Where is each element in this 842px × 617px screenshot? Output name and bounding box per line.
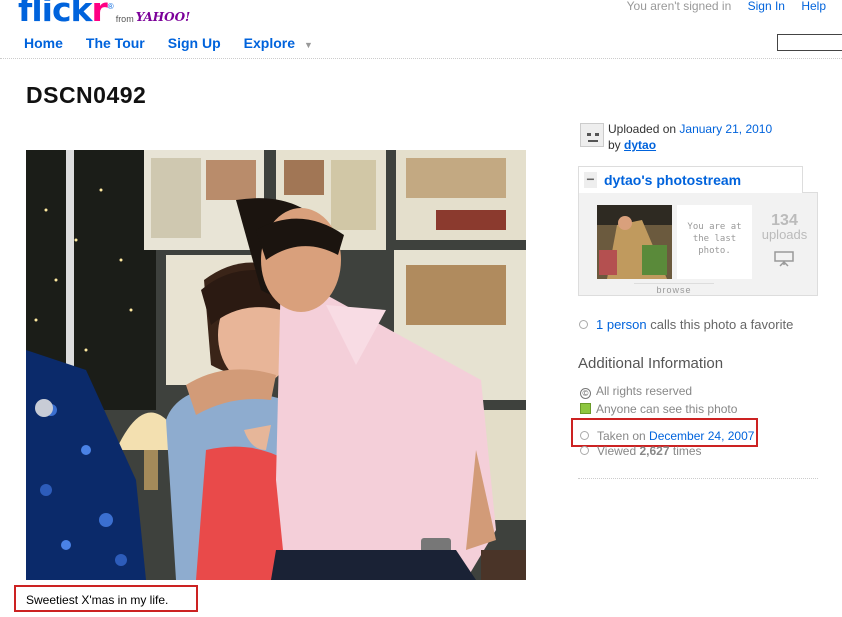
nav-explore[interactable]: Explore: [244, 35, 295, 51]
uploads-number: 134: [771, 212, 798, 229]
last-photo-notice: You are at the last photo.: [677, 205, 752, 279]
uploads-label: uploads: [761, 227, 808, 242]
header-divider: [0, 58, 842, 59]
viewed-count: 2,627: [639, 444, 670, 458]
photo-caption: Sweetiest X'mas in my life.: [14, 585, 198, 612]
help-link[interactable]: Help: [801, 0, 826, 13]
viewed-bullet-icon: [580, 446, 589, 455]
yahoo-logo: YAHOO!: [135, 10, 191, 24]
viewed-prefix: Viewed: [597, 444, 637, 458]
main-nav: Home The Tour Sign Up Explore ▼: [24, 35, 313, 51]
visibility-line: Anyone can see this photo: [580, 402, 737, 416]
favorites-count-link[interactable]: 1 person: [596, 317, 647, 332]
photo-title: DSCN0492: [26, 82, 147, 108]
photostream-title-link[interactable]: dytao's photostream: [604, 172, 741, 188]
rights-text: All rights reserved: [596, 384, 693, 398]
sidebar-divider: [578, 478, 818, 479]
additional-info-heading: Additional Information: [578, 355, 724, 372]
visibility-text: Anyone can see this photo: [596, 402, 738, 416]
logo-from-text: from: [115, 14, 134, 24]
uploads-count[interactable]: 134 uploads: [757, 213, 812, 242]
main-photo[interactable]: [26, 150, 526, 580]
public-visibility-icon: [580, 403, 591, 414]
photostream-panel: You are at the last photo. 134 uploads b…: [578, 166, 818, 296]
rights-line: © All rights reserved: [580, 384, 692, 399]
buddy-icon[interactable]: [580, 123, 604, 147]
previous-photo-thumbnail[interactable]: [597, 205, 672, 279]
upload-info: Uploaded on January 21, 2010 by dytao: [578, 121, 818, 153]
browse-link[interactable]: browse: [634, 283, 714, 295]
logo-text-blue: flick: [18, 0, 92, 29]
viewed-suffix: times: [672, 444, 702, 458]
owner-link[interactable]: dytao: [624, 138, 656, 152]
nav-home[interactable]: Home: [24, 35, 63, 51]
copyright-icon: ©: [580, 388, 591, 399]
collapse-icon[interactable]: −: [584, 172, 597, 188]
slideshow-icon[interactable]: [774, 251, 794, 267]
registered-mark: ®: [107, 2, 114, 11]
search-input[interactable]: [777, 34, 842, 51]
top-account-links: You aren't signed in Sign In Help: [614, 0, 826, 13]
explore-dropdown-icon[interactable]: ▼: [304, 40, 313, 51]
photostream-box: You are at the last photo. 134 uploads b…: [578, 192, 818, 296]
logo-text-pink: r: [91, 0, 108, 29]
nav-the-tour[interactable]: The Tour: [86, 35, 145, 51]
favorite-bullet-icon: [579, 320, 588, 329]
sign-in-link[interactable]: Sign In: [748, 0, 785, 13]
by-label: by: [608, 138, 621, 152]
photo-illustration: [26, 150, 526, 580]
uploaded-prefix: Uploaded on: [608, 122, 677, 136]
favorites-line: 1 person calls this photo a favorite: [579, 317, 793, 332]
taken-highlight-box: [571, 418, 758, 447]
uploaded-date-link[interactable]: January 21, 2010: [679, 122, 772, 136]
favorites-text: calls this photo a favorite: [650, 317, 794, 332]
viewed-line: Viewed 2,627 times: [580, 444, 702, 458]
photostream-header: − dytao's photostream: [578, 166, 803, 193]
flickr-logo[interactable]: flick r ® from YAHOO!: [18, 0, 190, 28]
nav-sign-up[interactable]: Sign Up: [168, 35, 221, 51]
signed-out-status: You aren't signed in: [626, 0, 732, 13]
